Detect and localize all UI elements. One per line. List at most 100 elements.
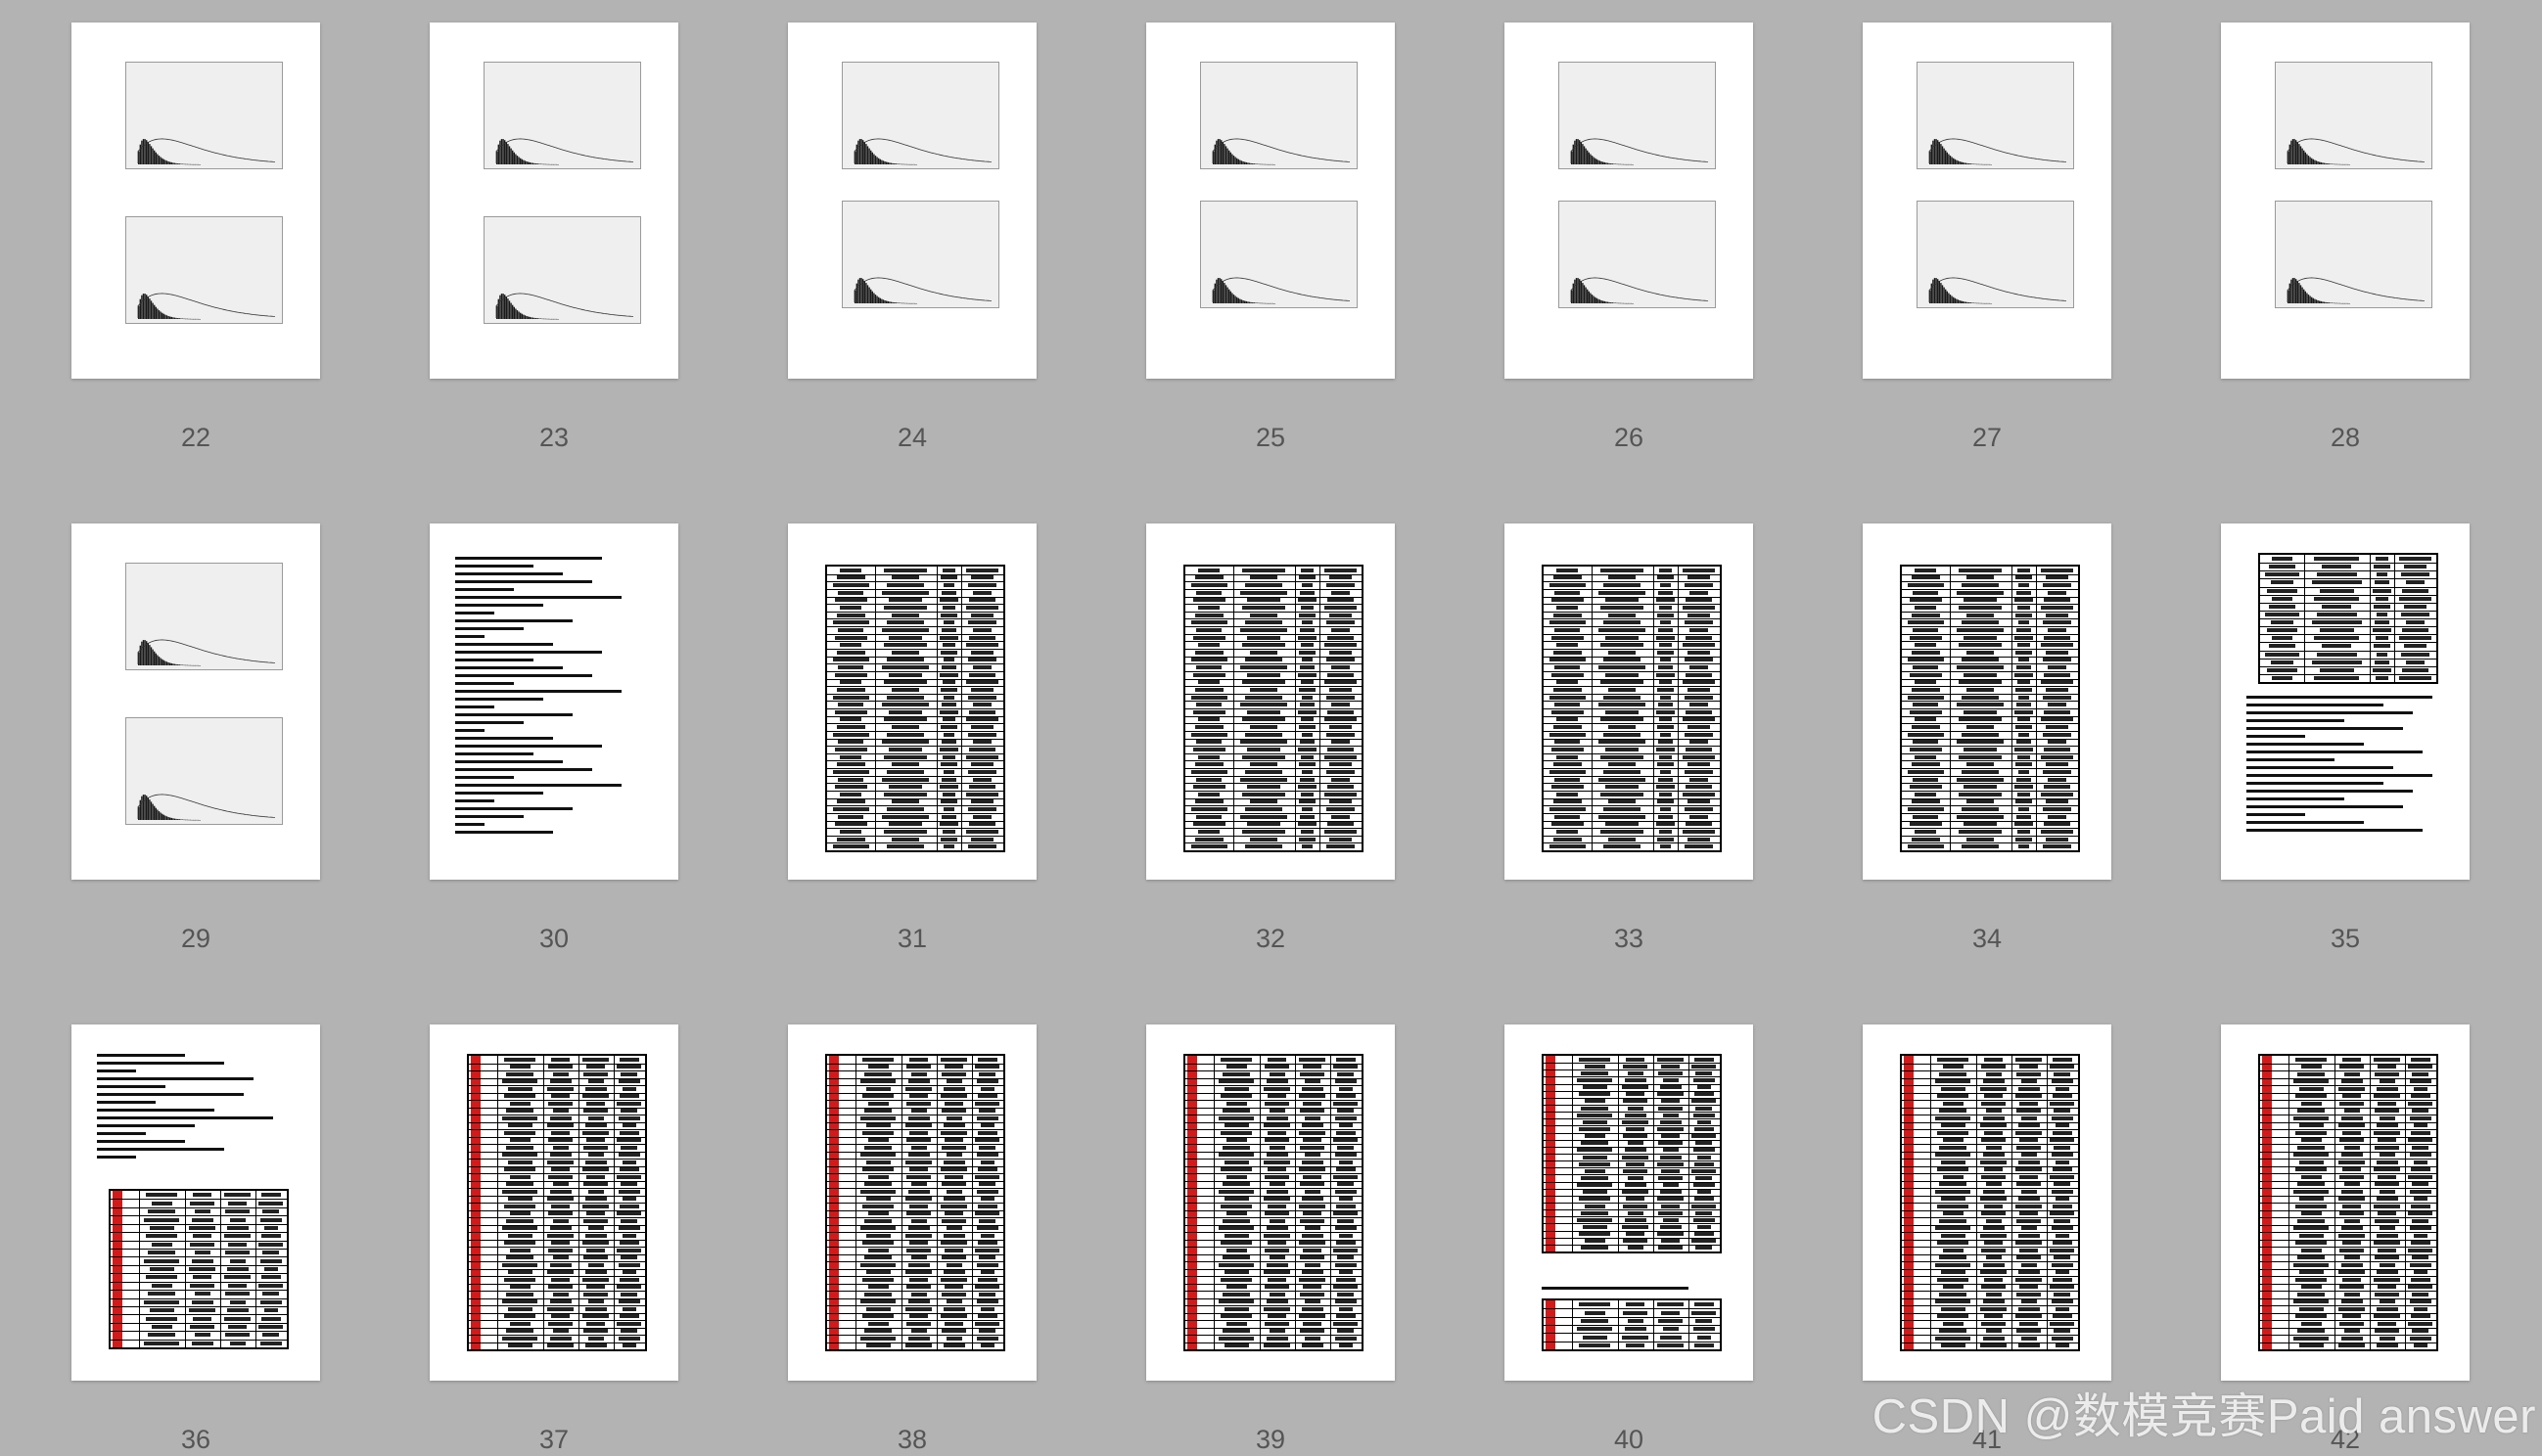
- page-thumbnail[interactable]: 24: [788, 23, 1037, 452]
- histogram-bar: [1572, 283, 1574, 303]
- cell-text: [1244, 658, 1283, 662]
- cell-text: [1269, 1329, 1285, 1334]
- cell-text: [1655, 598, 1675, 603]
- page-thumbnail[interactable]: 36: [71, 1024, 320, 1454]
- histogram-bar: [197, 664, 200, 666]
- page-thumbnail[interactable]: 38: [788, 1024, 1037, 1454]
- page-thumbnail[interactable]: 25: [1146, 23, 1395, 452]
- cell-text: [2398, 675, 2432, 680]
- cell-text: [1627, 1141, 1643, 1146]
- page-thumbnail[interactable]: 35: [2221, 523, 2470, 953]
- cell-text: [2412, 1292, 2429, 1297]
- histogram-bar: [544, 163, 546, 165]
- page-preview[interactable]: [2221, 1024, 2470, 1381]
- page-thumbnail[interactable]: 32: [1146, 523, 1395, 953]
- cell-text: [1907, 844, 1944, 849]
- histogram-bar: [188, 163, 190, 165]
- table-row: [1544, 648, 1720, 650]
- page-preview[interactable]: [1146, 1024, 1395, 1381]
- page-number-label: 38: [897, 1425, 928, 1454]
- page-preview[interactable]: [1863, 1024, 2111, 1381]
- page-preview[interactable]: [1504, 1024, 1753, 1381]
- table-row: [1544, 790, 1720, 792]
- page-thumbnail[interactable]: 41: [1863, 1024, 2111, 1454]
- histogram-bar: [551, 318, 553, 320]
- page-thumbnail[interactable]: 40: [1504, 1024, 1753, 1454]
- cell-text: [2322, 604, 2352, 609]
- page-thumbnail[interactable]: 34: [1863, 523, 2111, 953]
- page-thumbnail[interactable]: 30: [430, 523, 678, 953]
- cell-text: [1626, 1161, 1645, 1166]
- page-thumbnail[interactable]: 28: [2221, 23, 2470, 452]
- cell-text: [619, 1130, 639, 1135]
- histogram-bar: [169, 161, 171, 164]
- page-preview[interactable]: [1504, 23, 1753, 379]
- histogram-chart: [484, 62, 641, 169]
- page-preview[interactable]: [1146, 23, 1395, 379]
- cell-text: [1687, 837, 1710, 842]
- histogram-bar: [538, 163, 540, 164]
- cell-text: [507, 1123, 532, 1128]
- histogram-bar: [532, 317, 534, 319]
- histogram-bar: [2337, 302, 2339, 304]
- histogram-bar: [497, 144, 499, 164]
- cell-text: [946, 1262, 962, 1267]
- page-thumbnail[interactable]: 26: [1504, 23, 1753, 452]
- cell-text: [581, 1057, 610, 1062]
- cell-text: [2017, 844, 2029, 849]
- cell-text: [1330, 627, 1351, 632]
- cell-text: [1956, 665, 2005, 669]
- cell-text: [1301, 658, 1313, 662]
- cell-text: [1911, 762, 1941, 767]
- cell-text: [1982, 1115, 2005, 1120]
- page-preview[interactable]: [71, 523, 320, 880]
- histogram-bar: [1969, 163, 1971, 164]
- cell-text: [1656, 799, 1674, 804]
- cell-text: [2042, 769, 2072, 774]
- histogram-bar: [874, 156, 877, 164]
- table-row: [2260, 634, 2436, 636]
- page-preview[interactable]: [788, 1024, 1037, 1381]
- cell-text: [1658, 754, 1672, 759]
- page-preview[interactable]: [1863, 523, 2111, 880]
- page-thumbnail[interactable]: 37: [430, 1024, 678, 1454]
- cell-text: [144, 1217, 180, 1222]
- cell-text: [891, 799, 920, 804]
- page-preview[interactable]: [2221, 523, 2470, 880]
- histogram-bar: [1273, 164, 1275, 165]
- page-thumbnail[interactable]: 27: [1863, 23, 2111, 452]
- cell-text: [617, 1138, 642, 1143]
- cell-text: [622, 1343, 637, 1348]
- cell-text: [1300, 1255, 1324, 1260]
- page-preview[interactable]: [430, 23, 678, 379]
- page-thumbnail[interactable]: 31: [788, 523, 1037, 953]
- page-preview[interactable]: [1504, 523, 1753, 880]
- cell-text: [1656, 1197, 1685, 1202]
- page-preview[interactable]: [788, 523, 1037, 880]
- page-preview[interactable]: [71, 23, 320, 379]
- cell-text: [1687, 613, 1710, 617]
- page-thumbnail[interactable]: 29: [71, 523, 320, 953]
- page-preview[interactable]: [1863, 23, 2111, 379]
- cell-text: [193, 1275, 212, 1280]
- page-thumbnail[interactable]: 42: [2221, 1024, 2470, 1454]
- page-preview[interactable]: [1146, 523, 1395, 880]
- page-thumbnail[interactable]: 33: [1504, 523, 1753, 953]
- cell-text: [622, 1123, 637, 1128]
- page-preview[interactable]: [2221, 23, 2470, 379]
- page-preview[interactable]: [430, 523, 678, 880]
- cell-text: [1959, 754, 2002, 759]
- cell-text: [2375, 1292, 2399, 1297]
- cell-text: [1915, 717, 1937, 722]
- page-preview[interactable]: [71, 1024, 320, 1381]
- page-thumbnail[interactable]: 23: [430, 23, 678, 452]
- page-preview[interactable]: [430, 1024, 678, 1381]
- page-thumbnail[interactable]: 39: [1146, 1024, 1395, 1454]
- page-thumbnail[interactable]: 22: [71, 23, 320, 452]
- cell-text: [2413, 1233, 2428, 1238]
- histogram-bar: [1234, 157, 1236, 164]
- cell-text: [505, 1071, 534, 1076]
- cell-text: [1584, 1239, 1605, 1244]
- page-preview[interactable]: [788, 23, 1037, 379]
- cell-text: [884, 568, 927, 572]
